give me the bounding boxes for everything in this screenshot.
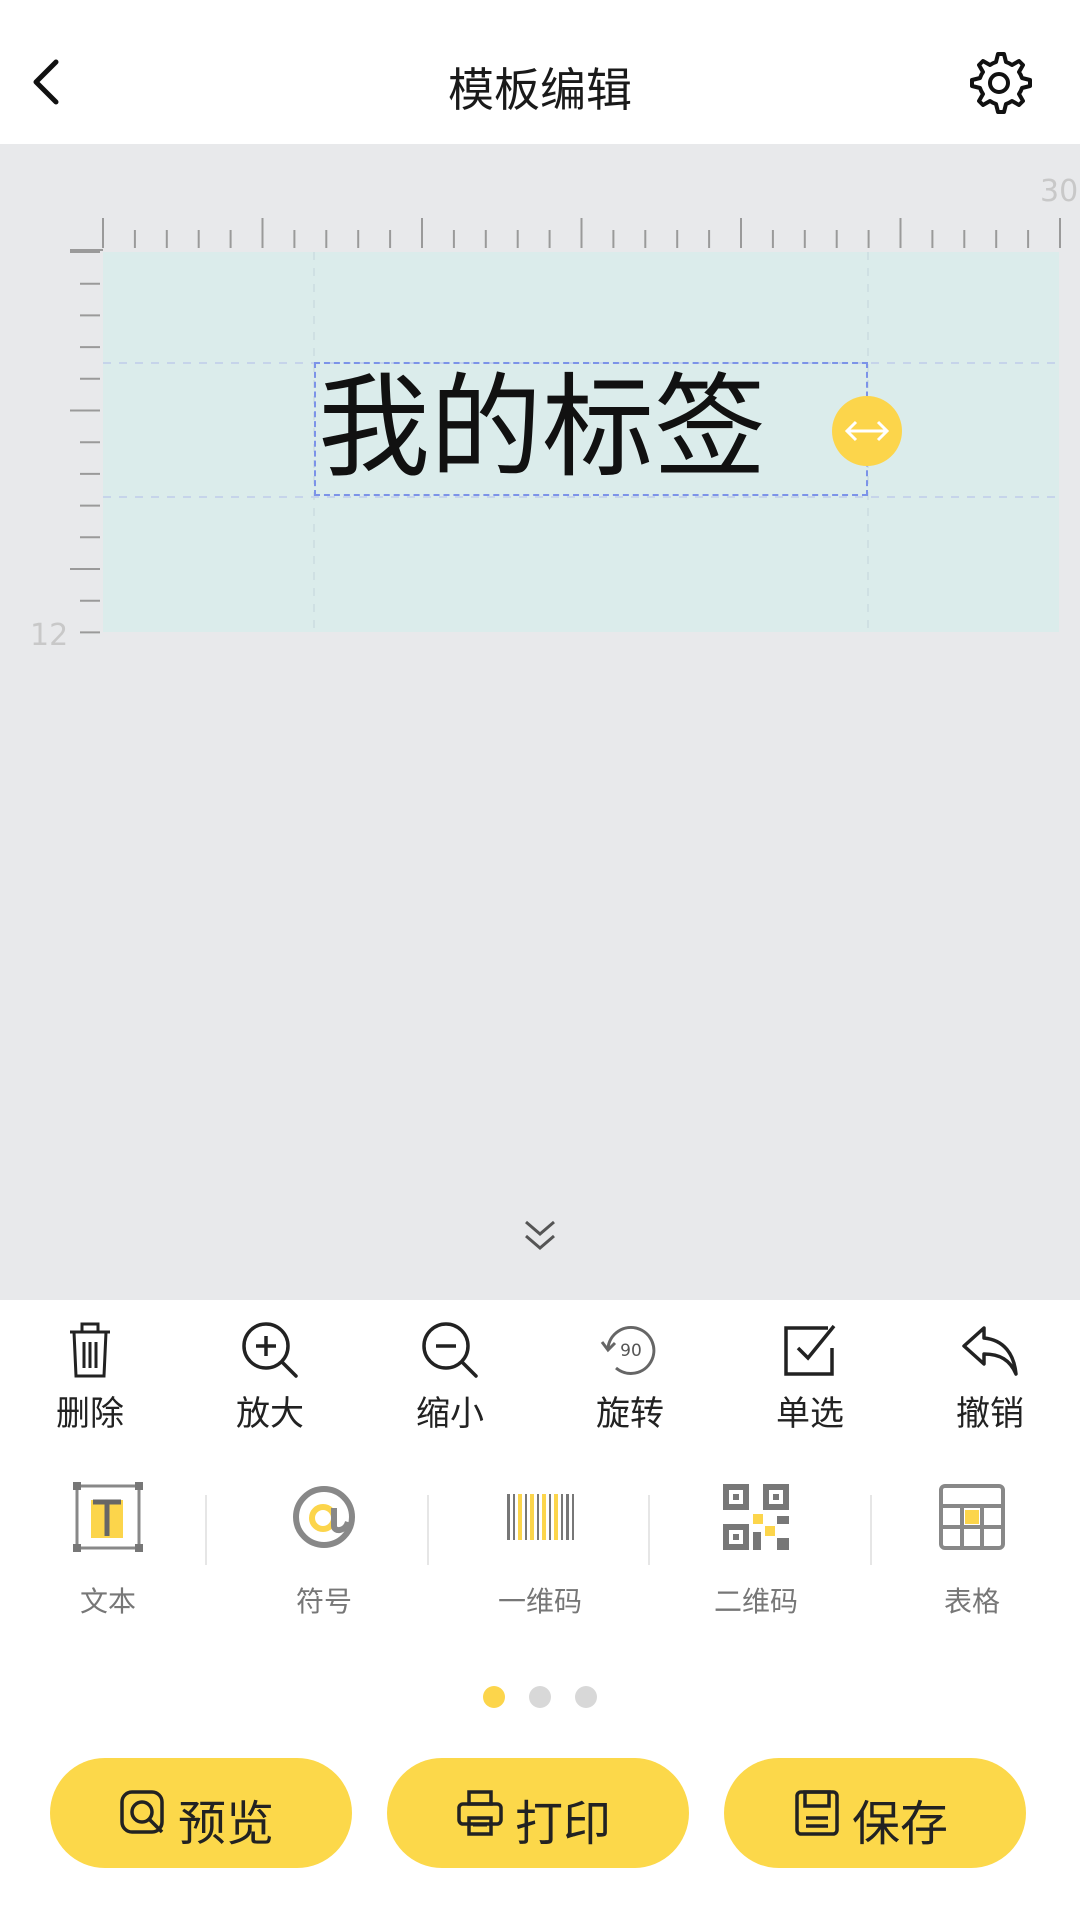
page-dot[interactable] [529,1686,551,1708]
separator [870,1495,872,1565]
collapse-button[interactable] [518,1214,562,1258]
separator [205,1495,207,1565]
page-indicator [0,1686,1080,1710]
zoom-out-icon [422,1322,478,1378]
save-label: 保存 [852,1796,949,1852]
preview-button[interactable]: 预览 [50,1758,352,1868]
trash-icon [70,1322,110,1378]
resize-arrows-icon [844,420,890,442]
page-dot[interactable] [575,1686,597,1708]
zoom-in-icon [242,1322,298,1378]
element-symbol-label: 符号 [295,1585,352,1618]
text-element-icon [73,1482,143,1552]
print-label: 打印 [515,1796,612,1852]
rotate-label: 旋转 [596,1394,664,1434]
element-table[interactable]: 表格 [864,1460,1080,1640]
qrcode-icon [723,1484,789,1550]
rotate-button[interactable]: 90 旋转 [540,1300,720,1450]
element-symbol[interactable]: 符号 [216,1460,432,1640]
zoom-out-button[interactable]: 缩小 [360,1300,540,1450]
resize-handle[interactable] [832,396,902,466]
rotate-degree-badge: 90 [620,1341,642,1361]
undo-icon [962,1326,1018,1376]
element-barcode[interactable]: 一维码 [432,1460,648,1640]
at-symbol-icon [293,1486,355,1548]
gear-icon [970,52,1032,114]
table-icon [939,1484,1005,1550]
barcode-icon [507,1494,574,1540]
label-canvas[interactable]: 30 12 我的标签 [0,144,1080,1300]
selected-text-element[interactable]: 我的标签 [314,362,868,496]
single-select-label: 单选 [776,1394,844,1434]
printer-icon [457,1790,503,1836]
double-chevron-down-icon [525,1220,555,1250]
element-barcode-label: 一维码 [497,1585,582,1618]
edit-toolbar: 删除 放大 缩小 90 旋转 单选 撤销 [0,1300,1080,1450]
separator [648,1495,650,1565]
zoom-in-button[interactable]: 放大 [180,1300,360,1450]
ruler-left-max-label: 12 [30,618,69,653]
ruler-top [70,218,1061,251]
separator [427,1495,429,1565]
element-table-label: 表格 [943,1585,1000,1618]
checkbox-icon [784,1324,836,1376]
element-qrcode-label: 二维码 [713,1585,798,1618]
zoom-out-label: 缩小 [416,1394,484,1434]
zoom-in-label: 放大 [236,1394,304,1434]
header: 模板编辑 [0,0,1080,144]
ruler-left [70,251,100,634]
preview-label: 预览 [178,1796,275,1852]
element-qrcode[interactable]: 二维码 [648,1460,864,1640]
rotate-icon: 90 [600,1326,656,1375]
page-title: 模板编辑 [448,63,632,117]
single-select-button[interactable]: 单选 [720,1300,900,1450]
preview-icon [120,1790,164,1834]
element-text[interactable]: 文本 [0,1460,216,1640]
settings-button[interactable] [964,48,1034,118]
ruler-top-max-label: 30 [1040,174,1079,209]
element-text-label: 文本 [79,1585,136,1618]
label-text: 我的标签 [318,363,766,493]
delete-label: 删除 [56,1394,124,1434]
page-dot[interactable] [483,1686,505,1708]
save-button[interactable]: 保存 [724,1758,1026,1868]
undo-button[interactable]: 撤销 [900,1300,1080,1450]
element-picker: 文本 符号 一维码 二维码 表格 [0,1460,1080,1640]
undo-label: 撤销 [956,1394,1024,1434]
print-button[interactable]: 打印 [387,1758,689,1868]
delete-button[interactable]: 删除 [0,1300,180,1450]
save-icon [795,1790,839,1836]
